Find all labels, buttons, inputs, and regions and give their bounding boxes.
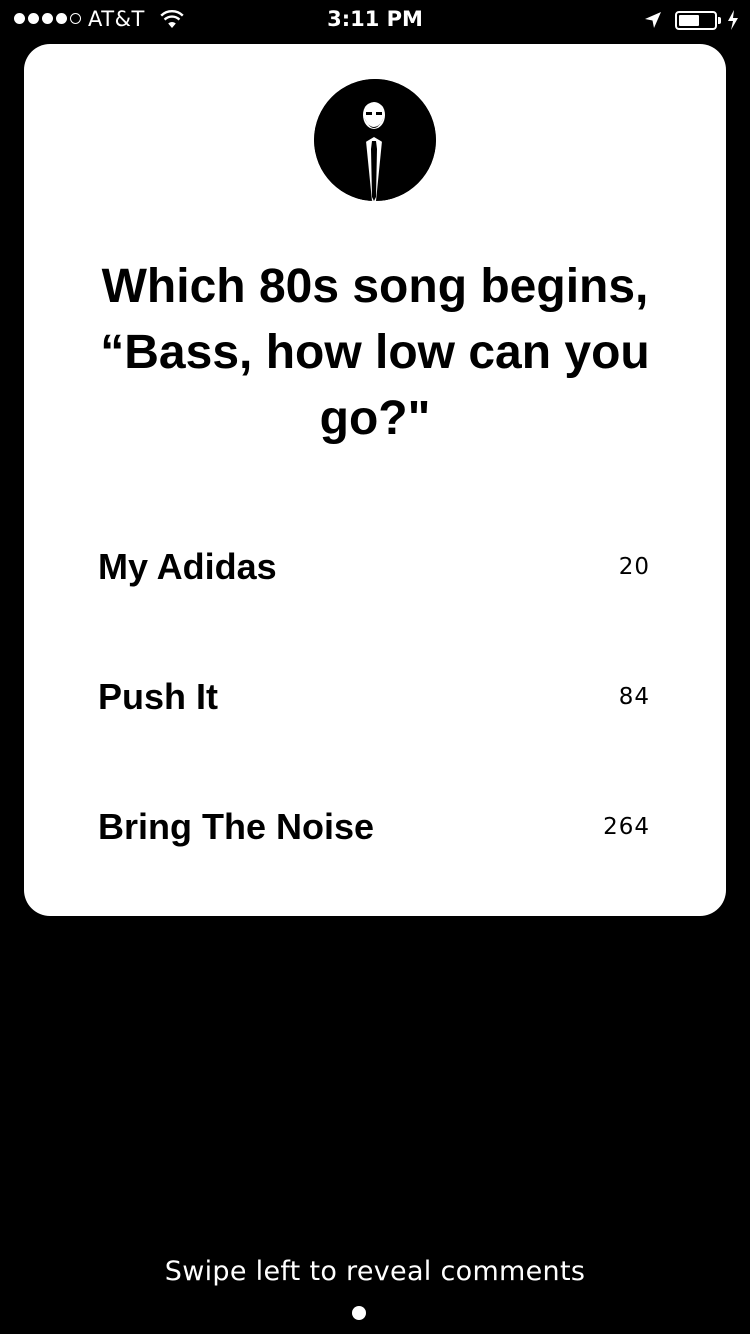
battery-level-fill — [679, 15, 699, 26]
battery-icon — [675, 11, 717, 30]
status-bar: AT&T 3:11 PM — [0, 0, 750, 40]
status-time: 3:11 PM — [327, 7, 423, 31]
page-indicator-dot[interactable] — [352, 1306, 366, 1320]
location-arrow-icon — [643, 10, 663, 34]
answer-vote-count: 20 — [618, 554, 650, 580]
question-text: Which 80s song begins, “Bass, how low ca… — [100, 260, 650, 445]
answer-option[interactable]: My Adidas 20 — [98, 539, 650, 595]
answer-option[interactable]: Push It 84 — [98, 669, 650, 725]
answer-vote-count: 84 — [618, 684, 650, 710]
answer-label: Push It — [98, 676, 219, 717]
avatar-illustration — [314, 79, 436, 201]
answer-label: My Adidas — [98, 546, 277, 587]
battery-cap — [718, 17, 721, 24]
answer-vote-count: 264 — [603, 814, 650, 840]
swipe-hint: Swipe left to reveal comments — [164, 1256, 586, 1287]
answer-option[interactable]: Bring The Noise 264 — [98, 799, 650, 855]
question-card[interactable]: Which 80s song begins, “Bass, how low ca… — [24, 44, 726, 916]
charging-bolt-icon — [726, 9, 740, 35]
avatar[interactable] — [314, 79, 436, 201]
answer-label: Bring The Noise — [98, 806, 375, 847]
